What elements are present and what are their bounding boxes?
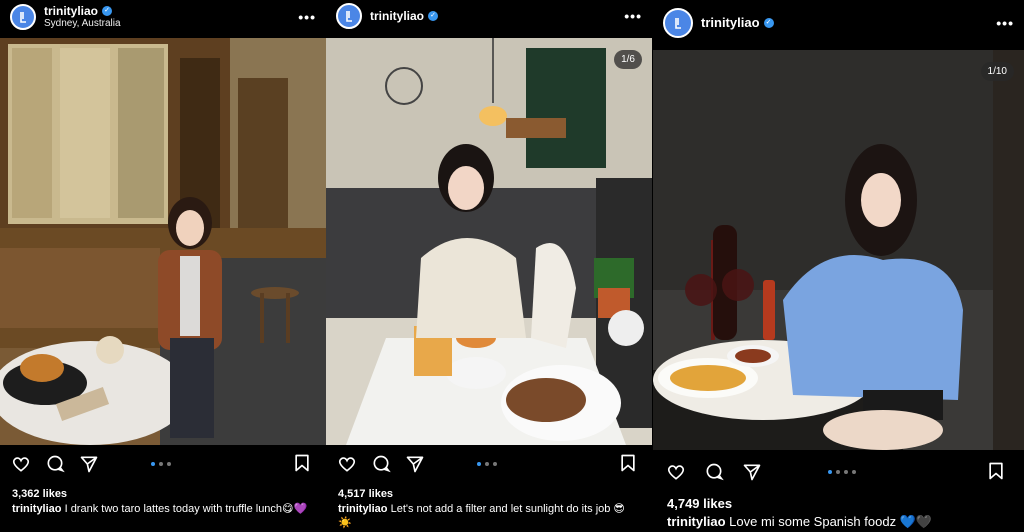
verified-icon: ✓ [763,18,774,28]
heart-icon[interactable] [10,453,32,475]
caption-username[interactable]: trinityliao [338,503,388,515]
heart-icon[interactable] [665,461,687,483]
carousel-dots [477,462,497,466]
avatar[interactable] [336,3,362,29]
post-2: trinityliao ✓ ••• 1/6 4,517 likes trinit… [326,0,652,532]
more-options-icon[interactable]: ••• [298,9,316,25]
carousel-counter: 1/10 [980,62,1014,81]
post-3: trinityliao ✓ ••• 1/10 4,749 likes trini… [653,0,1024,532]
post-photo[interactable]: 1/10 [653,50,1024,450]
verified-icon: ✓ [102,5,113,16]
carousel-dots [151,462,171,466]
username[interactable]: trinityliao [701,15,760,31]
post-header: trinityliao ✓ ••• [653,0,1024,46]
likes-count[interactable]: 4,749 likes [667,496,732,511]
heart-icon[interactable] [336,453,358,475]
caption: trinityliao Let's not add a filter and l… [338,502,638,530]
share-icon[interactable] [741,461,763,483]
bookmark-icon[interactable] [292,453,314,473]
post-header: trinityliao ✓ ••• [326,0,652,32]
caption-text: Love mi some Spanish foodz 💙🖤 [729,514,933,529]
caption-text: I drank two taro lattes today with truff… [64,503,308,515]
username[interactable]: trinityliao [370,9,424,23]
comment-icon[interactable] [370,453,392,475]
location[interactable]: Sydney, Australia [44,18,121,30]
more-options-icon[interactable]: ••• [624,8,642,24]
username[interactable]: trinityliao [44,4,98,18]
post-photo[interactable] [0,38,326,445]
verified-icon: ✓ [428,10,439,21]
carousel-counter: 1/6 [614,50,642,69]
likes-count[interactable]: 3,362 likes [12,488,67,500]
caption: trinityliao Love mi some Spanish foodz 💙… [667,515,1012,529]
share-icon[interactable] [78,453,100,475]
caption-username[interactable]: trinityliao [667,514,726,529]
bookmark-icon[interactable] [618,453,640,473]
comment-icon[interactable] [44,453,66,475]
bookmark-icon[interactable] [986,461,1008,481]
caption: trinityliao I drank two taro lattes toda… [12,502,312,516]
caption-username[interactable]: trinityliao [12,503,62,515]
carousel-dots [828,470,856,474]
post-photo[interactable]: 1/6 [326,38,652,445]
post-header: trinityliao ✓ Sydney, Australia ••• [0,0,326,34]
comment-icon[interactable] [703,461,725,483]
post-1: trinityliao ✓ Sydney, Australia ••• 3,36… [0,0,326,532]
avatar[interactable] [10,4,36,30]
share-icon[interactable] [404,453,426,475]
likes-count[interactable]: 4,517 likes [338,488,393,500]
avatar[interactable] [663,8,693,38]
more-options-icon[interactable]: ••• [996,15,1014,31]
